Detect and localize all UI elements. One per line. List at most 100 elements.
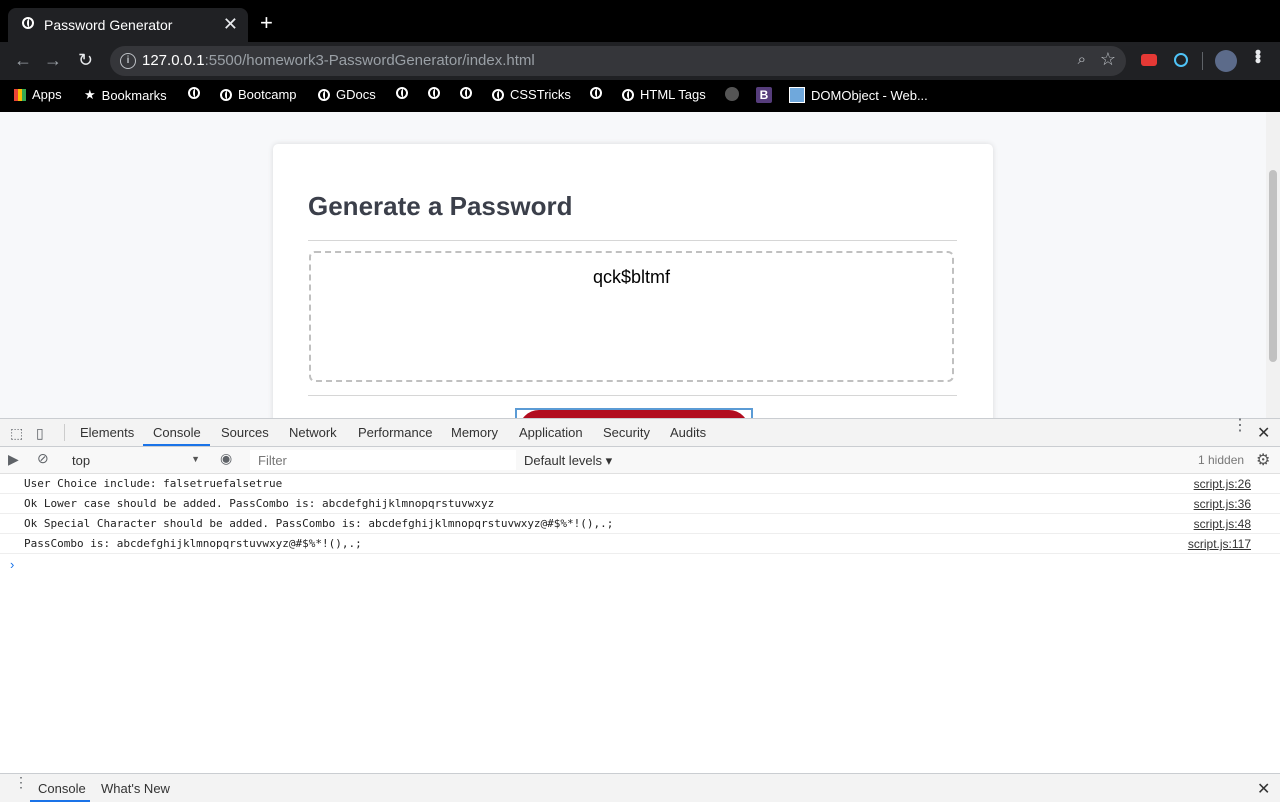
bookmark-apps[interactable]: Apps (14, 87, 62, 102)
tab-close-icon[interactable]: ✕ (223, 15, 238, 33)
log-text: PassCombo is: abcdefghijklmnopqrstuvwxyz… (24, 537, 362, 550)
devtools-drawer: ⋮ Console What's New ✕ (0, 773, 1280, 802)
address-bar[interactable]: i 127.0.0.1:5500/homework3-PasswordGener… (110, 46, 1126, 76)
source-link[interactable]: script.js:26 (1194, 477, 1251, 491)
bookmark-globe[interactable] (428, 87, 440, 99)
page-viewport: Generate a Password qck$bltmf (0, 112, 1266, 418)
drawer-menu-icon[interactable]: ⋮ (14, 775, 28, 789)
tab-sources[interactable]: Sources (221, 425, 269, 440)
generate-button[interactable] (519, 410, 749, 418)
tab-audits[interactable]: Audits (670, 425, 706, 440)
new-tab-button[interactable]: + (260, 12, 273, 34)
sidebar-toggle-icon[interactable]: ▶︎ (8, 451, 19, 468)
password-text: qck$bltmf (592, 267, 671, 287)
tab-network[interactable]: Network (289, 425, 337, 440)
bookmarks-bar: Apps ★ Bookmarks Bootcamp GDocs CSSTrick… (0, 80, 1280, 112)
github-icon (725, 87, 739, 101)
globe-icon (22, 17, 34, 29)
tab-console[interactable]: Console (153, 425, 201, 440)
forward-arrow-icon[interactable]: → (44, 50, 62, 70)
bookmark-bootstrap[interactable]: B (756, 87, 772, 103)
close-drawer-icon[interactable]: ✕ (1257, 779, 1270, 799)
bookmark-bootcamp[interactable]: Bootcamp (220, 87, 297, 102)
divider (308, 240, 957, 241)
bookmark-label: CSSTricks (510, 87, 571, 102)
globe-icon (622, 88, 634, 101)
source-link[interactable]: script.js:117 (1188, 537, 1251, 551)
extension-icon[interactable] (1141, 54, 1157, 66)
bookmark-github[interactable] (725, 87, 739, 101)
console-prompt-icon[interactable]: › (10, 557, 14, 572)
back-arrow-icon[interactable]: ← (14, 50, 32, 70)
bookmark-html-tags[interactable]: HTML Tags (622, 87, 706, 102)
eye-icon[interactable]: ◉ (220, 450, 232, 467)
source-link[interactable]: script.js:36 (1194, 497, 1251, 511)
bookmark-domobject[interactable]: DOMObject - Web... (789, 87, 928, 103)
bookmark-bookmarks[interactable]: ★ Bookmarks (84, 87, 167, 103)
info-icon[interactable]: i (120, 53, 136, 69)
log-text: Ok Lower case should be added. PassCombo… (24, 497, 495, 510)
page-scrollbar[interactable] (1266, 112, 1280, 418)
url-host: 127.0.0.1 (142, 52, 205, 69)
tab-security[interactable]: Security (603, 425, 650, 440)
bootstrap-icon: B (756, 87, 772, 103)
log-text: User Choice include: falsetruefalsetrue (24, 477, 283, 490)
password-output[interactable]: qck$bltmf (309, 251, 954, 382)
toolbar-divider (1202, 52, 1203, 70)
bookmark-globe[interactable] (460, 87, 472, 99)
browser-tabstrip: Password Generator ✕ + (0, 0, 1280, 42)
console-filter-input[interactable] (250, 450, 516, 470)
log-text: Ok Special Character should be added. Pa… (24, 517, 614, 530)
bookmark-label: GDocs (336, 87, 376, 102)
extension-icon-2[interactable] (1174, 53, 1188, 67)
devtools-tabbar: ⬚ ▯ Elements Console Sources Network Per… (0, 418, 1280, 447)
tab-elements[interactable]: Elements (80, 425, 134, 440)
page-title: Generate a Password (308, 191, 573, 221)
reload-icon[interactable]: ↻ (78, 50, 93, 70)
context-value: top (72, 453, 91, 468)
chevron-down-icon: ▼ (191, 454, 200, 464)
profile-avatar[interactable] (1215, 50, 1237, 72)
globe-icon (492, 88, 504, 101)
console-message: User Choice include: falsetruefalsetrue … (0, 474, 1280, 494)
inspect-element-icon[interactable]: ⬚ (10, 425, 23, 442)
console-message: Ok Lower case should be added. PassCombo… (0, 494, 1280, 514)
bookmark-gdocs[interactable]: GDocs (318, 87, 376, 102)
mdn-icon (789, 87, 805, 103)
source-link[interactable]: script.js:48 (1194, 517, 1251, 531)
gear-icon[interactable]: ⚙ (1256, 450, 1270, 470)
bookmark-label: Bootcamp (238, 87, 297, 102)
log-levels-dropdown[interactable]: Default levels ▾ (524, 453, 612, 469)
globe-icon (460, 87, 472, 99)
clear-console-icon[interactable]: ⊘ (37, 450, 49, 467)
zoom-icon[interactable]: ⌕ (1078, 51, 1086, 68)
devtools-menu-icon[interactable]: ⋮ (1232, 418, 1248, 434)
console-message: PassCombo is: abcdefghijklmnopqrstuvwxyz… (0, 534, 1280, 554)
globe-icon (590, 87, 602, 99)
close-devtools-icon[interactable]: ✕ (1257, 423, 1270, 443)
bookmark-globe[interactable] (396, 87, 408, 99)
tab-application[interactable]: Application (519, 425, 583, 440)
bookmark-label: HTML Tags (640, 87, 706, 102)
drawer-tab-console[interactable]: Console (38, 781, 86, 796)
tab-performance[interactable]: Performance (358, 425, 432, 440)
bookmark-globe[interactable] (188, 87, 200, 99)
context-selector[interactable]: top ▼ (66, 450, 206, 470)
star-icon: ★ (84, 87, 96, 102)
bookmark-label: Bookmarks (101, 87, 167, 103)
bookmark-globe[interactable] (590, 87, 602, 99)
device-toolbar-icon[interactable]: ▯ (36, 425, 44, 442)
bookmark-csstricks[interactable]: CSSTricks (492, 87, 571, 102)
tab-title: Password Generator (44, 17, 173, 33)
active-tab-indicator (143, 444, 210, 446)
url-text[interactable]: 127.0.0.1:5500/homework3-PasswordGenerat… (142, 52, 535, 69)
apps-grid-icon (14, 88, 26, 101)
drawer-tab-whats-new[interactable]: What's New (101, 781, 170, 796)
tab-memory[interactable]: Memory (451, 425, 498, 440)
browser-toolbar: ← → ↻ i 127.0.0.1:5500/homework3-Passwor… (0, 42, 1280, 80)
browser-menu-icon[interactable]: ••• (1248, 49, 1268, 62)
browser-tab[interactable]: Password Generator ✕ (8, 8, 248, 42)
globe-icon (220, 88, 232, 101)
scrollbar-thumb[interactable] (1269, 170, 1277, 362)
bookmark-star-icon[interactable]: ☆ (1100, 49, 1116, 70)
